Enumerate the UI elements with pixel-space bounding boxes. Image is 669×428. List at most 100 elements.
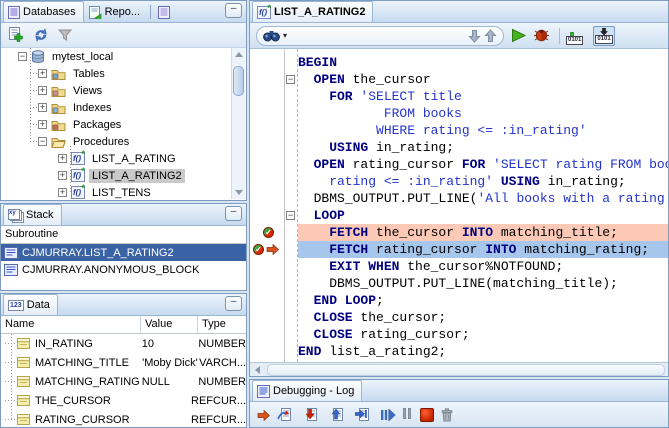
minimize-button[interactable]: – — [225, 3, 242, 18]
run-icon[interactable] — [510, 28, 527, 43]
tree-expander-icon[interactable]: − — [18, 52, 27, 61]
code-line: USING in_rating; — [298, 139, 668, 156]
tree-item-label: Indexes — [73, 101, 112, 114]
string-token: rating <= :in_rating' — [298, 174, 494, 189]
code-line: CLOSE rating_cursor; — [298, 326, 668, 343]
stack-row[interactable]: CJMURRAY.ANONYMOUS_BLOCK — [1, 261, 246, 278]
keyword-token: END LOOP — [298, 293, 377, 308]
data-row-name-cell: RATING_CURSOR — [1, 414, 135, 426]
tree-item-indexes[interactable]: + Indexes — [2, 99, 232, 116]
tab-stack[interactable]: xy Stack — [3, 204, 62, 225]
minimize-button[interactable]: – — [225, 296, 242, 311]
tree-item-list_a_rating2[interactable]: + f() * LIST_A_RATING2 — [2, 166, 232, 184]
tree-item-mytest_local[interactable]: − mytest_local — [2, 48, 232, 65]
keyword-token: FETCH — [298, 225, 369, 240]
step-over-icon[interactable] — [277, 408, 296, 422]
refresh-icon[interactable] — [33, 28, 49, 42]
code-line: FROM books — [298, 105, 668, 122]
tab-data[interactable]: 123 Data — [3, 294, 58, 315]
tree-expander-icon[interactable]: + — [38, 120, 47, 129]
tree-expander-icon[interactable]: + — [38, 103, 47, 112]
tree-expander-icon[interactable]: − — [38, 137, 47, 146]
tree-item-label: LIST_A_RATING — [92, 152, 176, 165]
code-text[interactable]: BEGIN OPEN the_cursor FOR 'SELECT title … — [298, 49, 668, 362]
tab-list-a-rating2[interactable]: f() * LIST_A_RATING2 — [252, 1, 374, 22]
code-token: the_cursor — [344, 72, 431, 87]
folder-indexes-icon — [51, 101, 66, 115]
data-123-icon: 123 — [8, 299, 24, 311]
keyword-token: FOR — [461, 157, 486, 172]
data-row-name: MATCHING_RATING — [35, 375, 140, 388]
scrollbar-thumb[interactable] — [267, 363, 665, 376]
column-header-value[interactable]: Value — [141, 316, 198, 333]
find-previous-icon[interactable] — [484, 28, 497, 43]
tree-scrollbar[interactable] — [231, 48, 245, 199]
find-execution-point-icon[interactable] — [257, 409, 270, 421]
minimize-button[interactable]: – — [225, 206, 242, 221]
editor-toolbar: ▾ 0101 0101 — [250, 23, 668, 49]
scrollbar-thumb[interactable] — [233, 66, 244, 96]
data-row-name: THE_CURSOR — [35, 394, 111, 407]
tab-databases[interactable]: Databases — [3, 1, 84, 22]
code-line: EXIT WHEN the_cursor%NOTFOUND; — [298, 258, 668, 275]
step-to-end-of-method-icon[interactable] — [355, 408, 374, 422]
breakpoint-icon[interactable]: ✓ — [263, 227, 274, 238]
tab-reports[interactable]: Repo... — [85, 2, 147, 22]
code-line: END LOOP; — [298, 292, 668, 309]
data-row[interactable]: RATING_CURSOR REFCUR... — [1, 410, 246, 427]
scroll-up-button[interactable] — [232, 48, 245, 61]
horizontal-scrollbar[interactable] — [250, 362, 668, 376]
code-fold-toggle-icon[interactable]: − — [286, 75, 295, 84]
code-editor[interactable]: ✓ ✓ − − BEGIN OPEN the_cursor FOR 'SELECT … — [250, 49, 668, 362]
terminate-icon[interactable] — [420, 408, 434, 422]
pause-icon[interactable] — [403, 408, 413, 422]
tab-stack-label: Stack — [26, 209, 54, 221]
tree-expander-icon[interactable]: + — [58, 188, 67, 197]
column-header-name[interactable]: Name — [1, 316, 141, 333]
scroll-left-button[interactable] — [250, 363, 264, 376]
data-row[interactable]: MATCHING_TITLE 'Moby Dick' VARCH... — [1, 353, 246, 372]
tree-item-label: Tables — [73, 67, 105, 80]
string-token: WHERE rating <= :in_rating' — [298, 123, 587, 138]
clear-log-icon[interactable] — [441, 408, 453, 422]
data-row[interactable]: MATCHING_RATING NULL NUMBER — [1, 372, 246, 391]
scroll-down-button[interactable] — [232, 186, 245, 199]
filter-icon[interactable] — [58, 29, 72, 41]
tree-item-list_tens[interactable]: + f() * LIST_TENS — [2, 183, 232, 199]
tree-item-list_a_rating[interactable]: + f() * LIST_A_RATING — [2, 149, 232, 167]
search-binoculars-icon[interactable] — [263, 29, 280, 42]
data-row[interactable]: THE_CURSOR REFCUR... — [1, 391, 246, 410]
breakpoint-icon[interactable]: ✓ — [253, 244, 264, 255]
data-row[interactable]: IN_RATING 10 NUMBER — [1, 334, 246, 353]
tree-expander-icon[interactable]: + — [38, 69, 47, 78]
subroutine-column-header[interactable]: Subroutine — [1, 226, 246, 244]
step-out-icon[interactable] — [329, 408, 348, 422]
resume-icon[interactable] — [381, 409, 396, 421]
code-token: in_rating; — [539, 174, 626, 189]
tree-item-packages[interactable]: + Packages — [2, 116, 232, 133]
breakpoint-gutter[interactable]: ✓ ✓ — [250, 49, 285, 362]
tree-expander-icon[interactable]: + — [58, 171, 67, 180]
stack-row[interactable]: CJMURRAY.LIST_A_RATING2 — [1, 244, 246, 261]
connections-tree[interactable]: − mytest_local + Tables + Views + Indexes + Packa… — [2, 48, 232, 199]
keyword-token: USING — [493, 174, 540, 189]
code-fold-toggle-icon[interactable]: − — [286, 211, 295, 220]
data-column-headers: Name Value Type — [1, 316, 246, 334]
search-box[interactable]: ▾ — [256, 25, 504, 46]
find-next-icon[interactable] — [468, 29, 481, 43]
column-header-type[interactable]: Type — [198, 316, 246, 333]
tab-extra[interactable] — [154, 2, 177, 22]
databases-toolbar — [1, 23, 246, 48]
code-fold-gutter[interactable]: − − — [285, 49, 298, 362]
tab-debugging-log[interactable]: Debugging - Log — [252, 380, 363, 401]
tree-item-tables[interactable]: + Tables — [2, 65, 232, 82]
tree-expander-icon[interactable]: + — [58, 154, 67, 163]
tree-expander-icon[interactable]: + — [38, 86, 47, 95]
debug-bug-icon[interactable] — [533, 28, 550, 43]
step-into-icon[interactable] — [303, 408, 322, 422]
compile-for-debug-icon[interactable]: 0101 — [593, 25, 615, 46]
add-database-icon[interactable] — [8, 27, 24, 43]
search-dropdown-caret[interactable]: ▾ — [283, 31, 287, 40]
tree-item-views[interactable]: + Views — [2, 82, 232, 99]
tree-item-procedures[interactable]: − Procedures — [2, 133, 232, 150]
